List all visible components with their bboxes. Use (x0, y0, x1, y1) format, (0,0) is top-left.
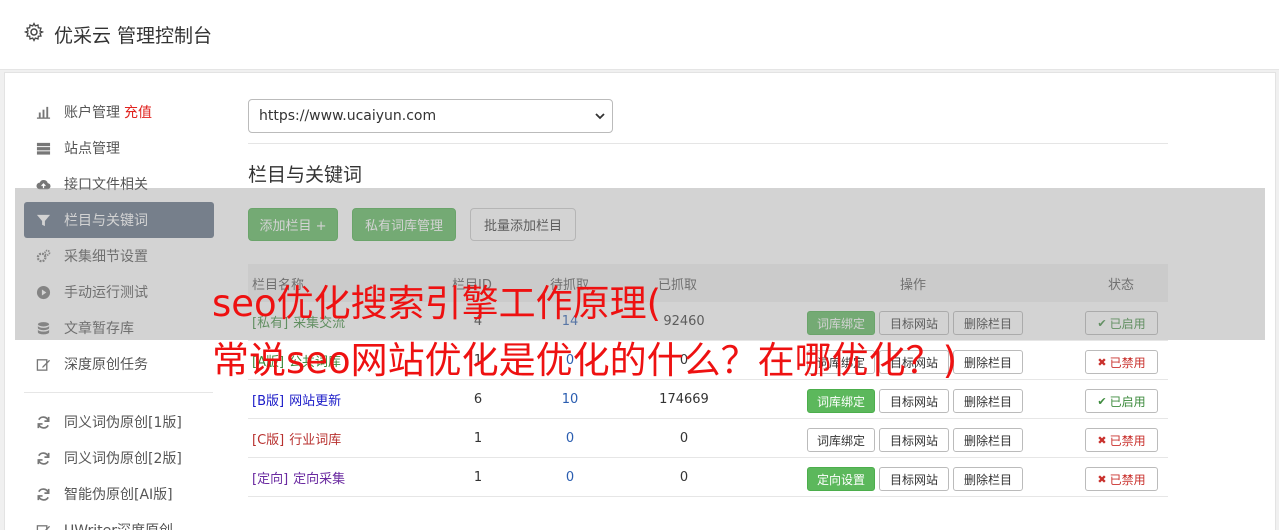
row-name[interactable]: [定向] 定向采集 (252, 458, 345, 496)
row-tag: [C版] (252, 432, 285, 448)
table-row: [B版] 网站更新 6 10 174669 词库绑定 目标网站 删除栏目 ✔ 已启用 (248, 380, 1168, 419)
row-title: 行业词库 (289, 432, 342, 448)
sidebar-item-label: 智能伪原创[AI版] (64, 487, 173, 503)
refresh-icon (35, 450, 51, 466)
delete-column-button[interactable]: 删除栏目 (953, 428, 1023, 452)
sidebar-item-label: 账户管理 (64, 105, 120, 121)
status-button[interactable]: ✖ 已禁用 (1085, 350, 1158, 374)
row-tag: [定向] (252, 471, 289, 487)
table-row: [定向] 定向采集 1 0 0 定向设置 目标网站 删除栏目 ✖ 已禁用 (248, 458, 1168, 497)
sidebar-item[interactable]: 深度原创任务 (24, 346, 214, 382)
status-label: 已禁用 (1109, 355, 1146, 370)
row-pending[interactable]: 0 (550, 419, 590, 457)
row-name[interactable]: [B版] 网站更新 (252, 380, 341, 418)
row-done: 0 (679, 469, 689, 485)
sidebar-item[interactable]: 站点管理 (24, 130, 214, 166)
row-id: 6 (473, 391, 483, 407)
menu-divider (24, 392, 213, 393)
sidebar-item[interactable]: 同义词伪原创[2版] (24, 440, 214, 476)
delete-column-button[interactable]: 删除栏目 (953, 389, 1023, 413)
refresh-icon (35, 486, 51, 502)
status-button[interactable]: ✖ 已禁用 (1085, 467, 1158, 491)
sidebar-item[interactable]: UWriter深度原创 (24, 512, 214, 530)
lexicon-bind-button[interactable]: 词库绑定 (807, 389, 875, 413)
divider (248, 143, 1168, 144)
gear-icon (24, 22, 44, 42)
server-icon (35, 140, 51, 156)
site-select-value: https://www.ucaiyun.com (259, 108, 437, 124)
lexicon-bind-button[interactable]: 定向设置 (807, 467, 875, 491)
sidebar-item-label: 同义词伪原创[1版] (64, 415, 182, 431)
edit-icon (35, 356, 51, 372)
row-pending[interactable]: 10 (550, 380, 590, 418)
status-label: 已启用 (1109, 394, 1146, 409)
target-site-button[interactable]: 目标网站 (879, 467, 949, 491)
lexicon-bind-button[interactable]: 词库绑定 (807, 428, 875, 452)
delete-column-button[interactable]: 删除栏目 (953, 467, 1023, 491)
status-button[interactable]: ✔ 已启用 (1085, 389, 1158, 413)
row-done: 174669 (659, 391, 709, 407)
site-select[interactable]: https://www.ucaiyun.com (248, 99, 613, 133)
target-site-button[interactable]: 目标网站 (879, 428, 949, 452)
delete-column-button[interactable]: 删除栏目 (953, 350, 1023, 374)
bar-chart-icon (35, 104, 51, 120)
recharge-link[interactable]: 充值 (124, 102, 152, 122)
close-icon: ✖ (1097, 472, 1107, 486)
sidebar-item[interactable]: 账户管理 充值 (24, 94, 214, 130)
row-tag: [B版] (252, 393, 285, 409)
overlay-title-line2: 常说seo网站优化是优化的什么？在哪优化？) (212, 339, 958, 382)
row-title: 定向采集 (293, 471, 346, 487)
sidebar-item-label: 深度原创任务 (64, 357, 148, 373)
refresh-icon (35, 414, 51, 430)
close-icon: ✖ (1097, 355, 1107, 369)
overlay-title-line1: seo优化搜索引擎工作原理( (212, 282, 662, 325)
row-id: 1 (473, 469, 483, 485)
edit-icon (35, 522, 51, 530)
check-icon: ✔ (1097, 394, 1107, 408)
app-header: 优采云 管理控制台 (0, 0, 1279, 70)
sidebar-item-label: UWriter深度原创 (64, 520, 173, 530)
row-pending[interactable]: 0 (550, 458, 590, 496)
sidebar-item-label: 同义词伪原创[2版] (64, 451, 182, 467)
row-id: 1 (473, 430, 483, 446)
row-done: 0 (679, 430, 689, 446)
sidebar-item[interactable]: 同义词伪原创[1版] (24, 404, 214, 440)
chevron-down-icon (595, 113, 605, 120)
table-row: [C版] 行业词库 1 0 0 词库绑定 目标网站 删除栏目 ✖ 已禁用 (248, 419, 1168, 458)
status-button[interactable]: ✖ 已禁用 (1085, 428, 1158, 452)
target-site-button[interactable]: 目标网站 (879, 389, 949, 413)
page-title: 优采云 管理控制台 (54, 25, 213, 47)
row-title: 网站更新 (289, 393, 342, 409)
close-icon: ✖ (1097, 433, 1107, 447)
status-label: 已禁用 (1109, 472, 1146, 487)
sidebar-item-label: 站点管理 (64, 141, 120, 157)
sidebar-item[interactable]: 智能伪原创[AI版] (24, 476, 214, 512)
row-name[interactable]: [C版] 行业词库 (252, 419, 341, 457)
status-label: 已禁用 (1109, 433, 1146, 448)
section-title: 栏目与关键词 (248, 164, 363, 186)
